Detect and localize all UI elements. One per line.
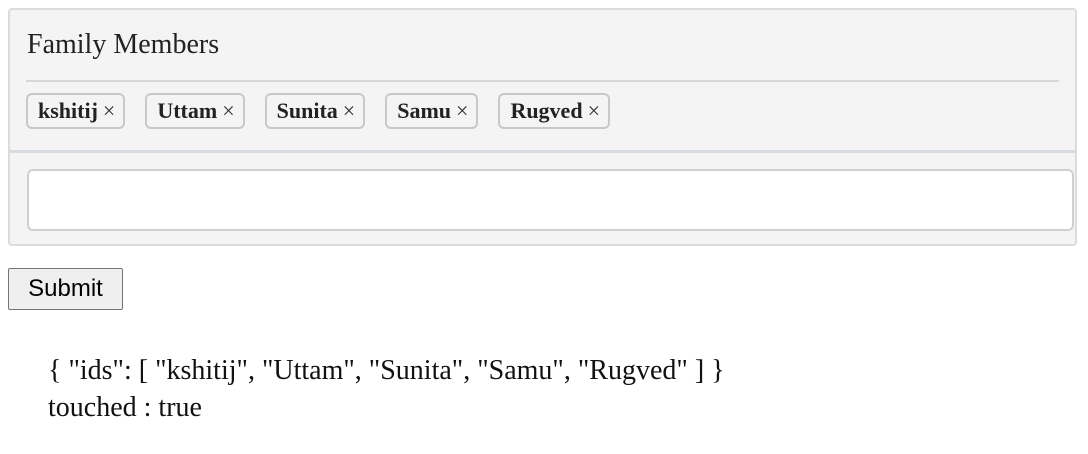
chip-list: kshitij × Uttam × Sunita × Samu × Rugved… [26, 93, 630, 129]
close-icon[interactable]: × [456, 96, 468, 126]
chip-samu[interactable]: Samu × [385, 93, 479, 129]
panel-title: Family Members [27, 29, 220, 60]
form-value-output: { "ids": [ "kshitij", "Uttam", "Sunita",… [48, 352, 725, 426]
section-divider [10, 150, 1075, 153]
chip-label: kshitij [38, 98, 98, 123]
chip-kshitij[interactable]: kshitij × [26, 93, 126, 129]
header-divider [26, 80, 1059, 82]
chip-uttam[interactable]: Uttam × [145, 93, 245, 129]
panel-header: Family Members kshitij × Uttam × Sunita … [10, 10, 1075, 152]
close-icon[interactable]: × [343, 96, 355, 126]
family-members-panel: Family Members kshitij × Uttam × Sunita … [8, 8, 1077, 246]
chip-rugved[interactable]: Rugved × [498, 93, 610, 129]
chip-label: Sunita [276, 98, 338, 123]
submit-button[interactable]: Submit [8, 268, 123, 310]
close-icon[interactable]: × [222, 96, 234, 126]
json-output-line: { "ids": [ "kshitij", "Uttam", "Sunita",… [48, 355, 725, 386]
close-icon[interactable]: × [588, 96, 600, 126]
chip-label: Samu [397, 98, 452, 123]
family-member-input[interactable] [27, 169, 1074, 231]
close-icon[interactable]: × [103, 96, 115, 126]
touched-status-line: touched : true [48, 392, 202, 423]
chip-sunita[interactable]: Sunita × [264, 93, 366, 129]
chip-label: Rugved [510, 98, 583, 123]
chip-label: Uttam [157, 98, 218, 123]
